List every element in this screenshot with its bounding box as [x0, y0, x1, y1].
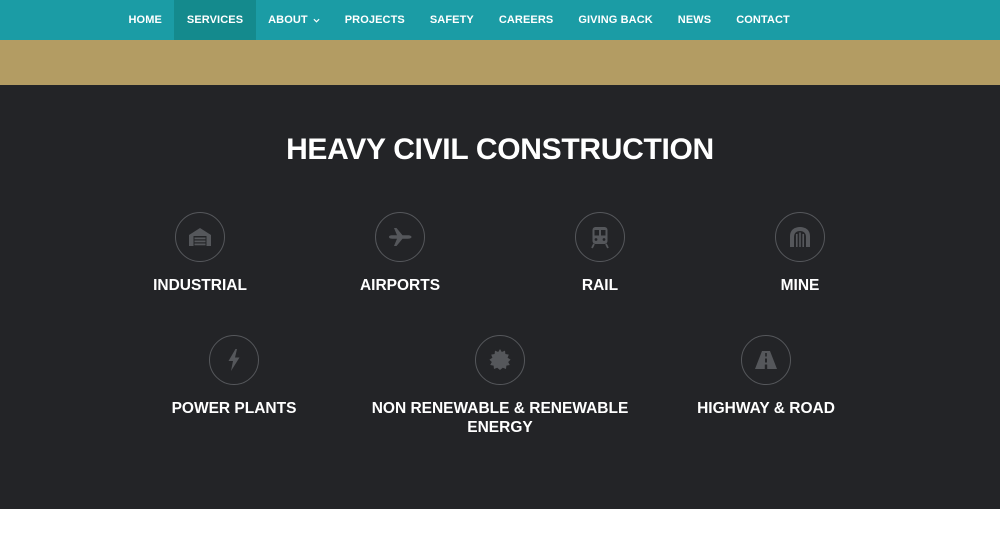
service-energy[interactable]: NON RENEWABLE & RENEWABLE ENERGY [370, 335, 630, 437]
nav-item-label: SAFETY [429, 14, 474, 26]
banner-strip [0, 40, 1000, 85]
service-mine[interactable]: MINE [670, 212, 930, 295]
nav-item-label: ABOUT [268, 14, 308, 26]
nav-item-projects[interactable]: PROJECTS [332, 0, 417, 40]
train-icon [575, 212, 625, 262]
nav-menu: HOME SERVICES ABOUT PROJECTS SAFETY CARE… [116, 0, 802, 40]
lightning-icon [209, 335, 259, 385]
nav-item-services[interactable]: SERVICES [174, 0, 256, 40]
nav-item-home[interactable]: HOME [116, 0, 174, 40]
services-section: HEAVY CIVIL CONSTRUCTION INDUSTRIAL AIRP… [0, 85, 1000, 509]
sun-badge-icon [475, 335, 525, 385]
airplane-icon [375, 212, 425, 262]
nav-item-label: SERVICES [186, 14, 244, 26]
nav-item-label: NEWS [677, 14, 712, 26]
nav-item-label: CAREERS [498, 14, 554, 26]
service-power-plants[interactable]: POWER PLANTS [104, 335, 364, 418]
service-label: NON RENEWABLE & RENEWABLE ENERGY [371, 400, 629, 436]
top-navigation: HOME SERVICES ABOUT PROJECTS SAFETY CARE… [0, 0, 1000, 40]
nav-item-about[interactable]: ABOUT [256, 0, 333, 40]
service-label: POWER PLANTS [171, 400, 297, 417]
nav-item-giving-back[interactable]: GIVING BACK [566, 0, 665, 40]
nav-item-news[interactable]: NEWS [665, 0, 723, 40]
nav-item-label: CONTACT [736, 14, 790, 26]
nav-item-careers[interactable]: CAREERS [486, 0, 566, 40]
page-title: HEAVY CIVIL CONSTRUCTION [286, 133, 714, 166]
nav-item-label: GIVING BACK [578, 14, 653, 26]
service-highway-road[interactable]: HIGHWAY & ROAD [636, 335, 896, 418]
page-footer-space [0, 509, 1000, 555]
service-label: MINE [780, 277, 820, 294]
road-icon [741, 335, 791, 385]
nav-item-label: PROJECTS [344, 14, 405, 26]
nav-item-contact[interactable]: CONTACT [724, 0, 803, 40]
service-label: HIGHWAY & ROAD [697, 400, 835, 417]
mine-tunnel-icon [775, 212, 825, 262]
nav-item-label: HOME [128, 14, 162, 26]
warehouse-icon [175, 212, 225, 262]
nav-item-safety[interactable]: SAFETY [417, 0, 486, 40]
chevron-down-icon [313, 17, 320, 24]
